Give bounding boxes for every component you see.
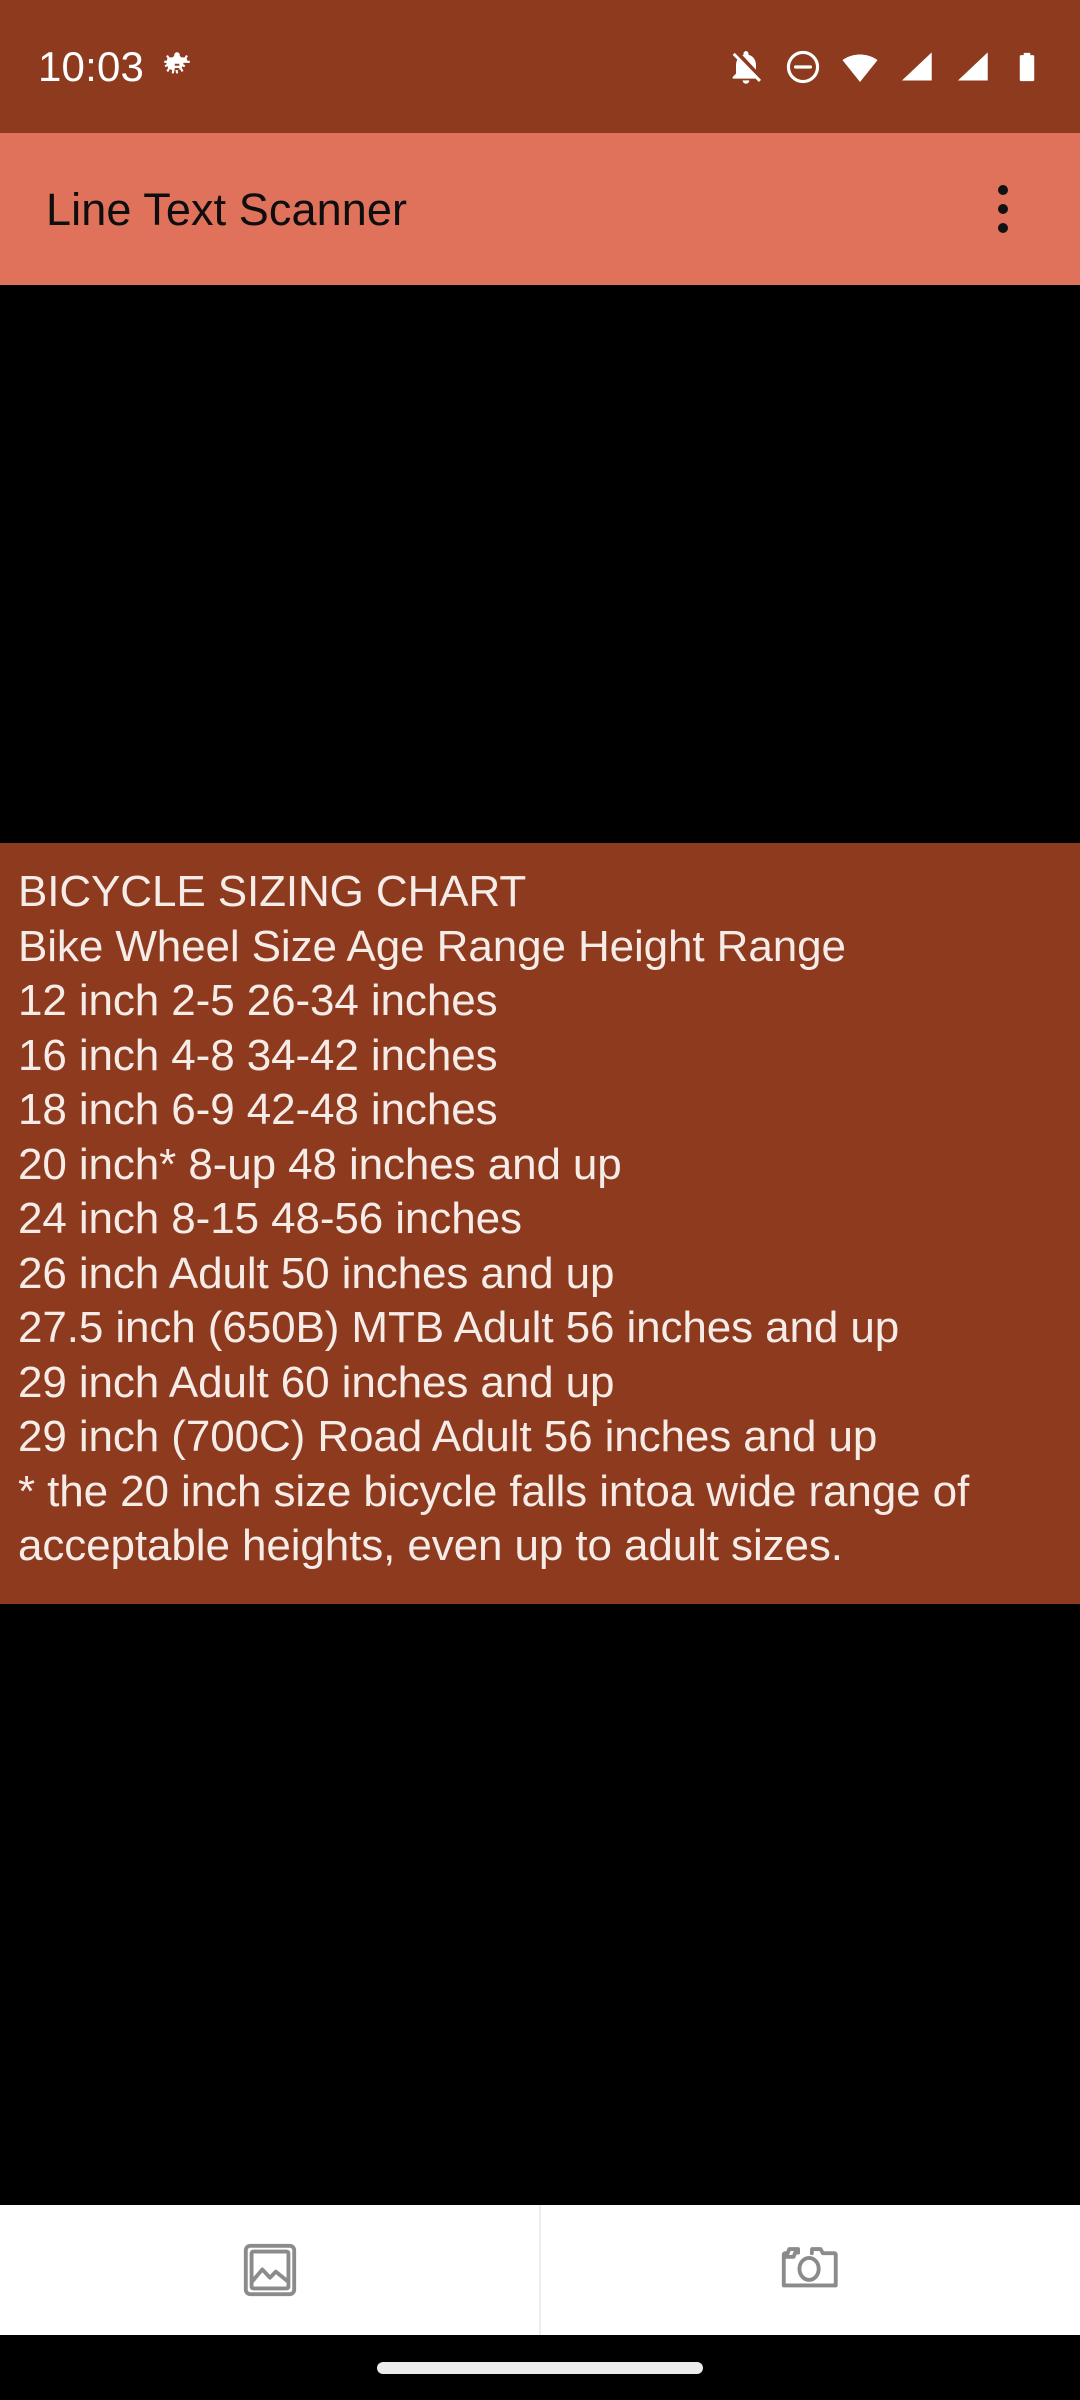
gesture-nav-bar: [0, 2335, 1080, 2400]
scan-result-line: BICYCLE SIZING CHART: [18, 867, 527, 916]
status-bar: 10:03: [0, 0, 1080, 133]
scan-result-block: BICYCLE SIZING CHART Bike Wheel Size Age…: [0, 843, 1080, 1604]
scan-result-line: acceptable heights, even up to adult siz…: [18, 1521, 843, 1570]
camera-icon: [781, 2247, 838, 2288]
scan-result-line: 29 inch (700C) Road Adult 56 inches and …: [18, 1412, 878, 1461]
scan-result-line: 12 inch 2-5 26-34 inches: [18, 976, 498, 1025]
home-gesture-pill[interactable]: [377, 2361, 703, 2374]
cellular-signal-icon: [898, 48, 936, 86]
overflow-dot-icon: [998, 204, 1008, 214]
phone-screen: 10:03 Line Text Scanner BICYCLE SIZING C…: [0, 0, 1080, 2400]
scan-result-line: 27.5 inch (650B) MTB Adult 56 inches and…: [18, 1303, 900, 1352]
scan-result-line: 24 inch 8-15 48-56 inches: [18, 1194, 522, 1243]
cellular-signal-2-icon: [954, 48, 992, 86]
scan-result-line: 16 inch 4-8 34-42 inches: [18, 1030, 498, 1080]
wifi-icon: [840, 47, 880, 87]
scan-preview-area[interactable]: BICYCLE SIZING CHART Bike Wheel Size Age…: [0, 285, 1080, 2205]
image-icon: [243, 2243, 296, 2297]
battery-icon: [1010, 50, 1044, 84]
scan-result-line: 20 inch* 8-up 48 inches and up: [18, 1139, 622, 1189]
overflow-menu-button[interactable]: [960, 166, 1046, 252]
scan-result-line: * the 20 inch size bicycle falls intoa w…: [18, 1466, 970, 1516]
status-bar-left: 10:03: [38, 42, 194, 90]
do-not-disturb-icon: [784, 48, 822, 86]
notifications-off-icon: [726, 47, 766, 87]
page-title: Line Text Scanner: [46, 183, 408, 235]
overflow-dot-icon: [998, 223, 1008, 233]
status-bar-right: [726, 47, 1044, 87]
scan-result-line: 26 inch Adult 50 inches and up: [18, 1248, 615, 1298]
gallery-button[interactable]: [0, 2205, 539, 2335]
camera-button[interactable]: [541, 2205, 1080, 2335]
scan-result-line: 18 inch 6-9 42-48 inches: [18, 1085, 498, 1134]
scan-result-line: Bike Wheel Size Age Range Height Range: [18, 921, 846, 971]
status-clock: 10:03: [38, 42, 145, 90]
bug-icon: [160, 50, 194, 84]
app-bar: Line Text Scanner: [0, 133, 1080, 285]
bottom-toolbar: [0, 2205, 1080, 2335]
scan-result-line: 29 inch Adult 60 inches and up: [18, 1357, 615, 1407]
overflow-dot-icon: [998, 185, 1008, 195]
